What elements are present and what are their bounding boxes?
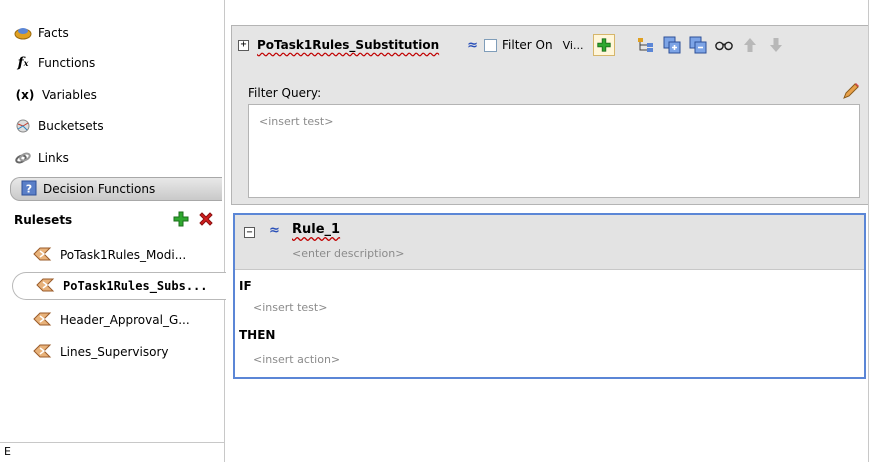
sidebar-item-label: Functions (38, 56, 96, 70)
collapse-rule-button[interactable]: − (244, 227, 255, 238)
ruleset-icon (32, 343, 52, 362)
ruleset-header: + PoTask1Rules_Substitution ≈ Filter On … (238, 31, 862, 59)
edit-pencil-icon[interactable] (842, 82, 860, 103)
ruleset-icon (32, 311, 52, 330)
plus-icon (597, 38, 612, 52)
sidebar-item-bucketsets[interactable]: Bucketsets (14, 113, 104, 139)
sidebar-item-links[interactable]: Links (14, 145, 69, 171)
sidebar-item-label: Bucketsets (38, 119, 104, 133)
sidebar-item-label: Variables (42, 88, 97, 102)
expand-all-icon[interactable] (663, 36, 681, 54)
tree-icon[interactable] (637, 36, 655, 54)
right-border (868, 0, 869, 462)
ruleset-label: Lines_Supervisory (60, 345, 169, 359)
variables-icon: (x) (15, 88, 35, 102)
ruleset-name[interactable]: PoTask1Rules_Substitution (257, 38, 439, 52)
move-down-icon[interactable] (767, 36, 785, 54)
rule-panel: − ≈ Rule_1 <enter description> IF <inser… (233, 213, 866, 379)
ruleset-item[interactable]: PoTask1Rules_Modi... (10, 241, 225, 269)
glasses-icon[interactable] (715, 36, 734, 54)
add-ruleset-icon[interactable] (172, 210, 190, 231)
bucketsets-icon (14, 117, 32, 135)
if-condition-field[interactable]: <insert test> (253, 301, 327, 314)
ruleset-panel: + PoTask1Rules_Substitution ≈ Filter On … (231, 25, 869, 205)
rulesets-title: Rulesets (14, 213, 73, 227)
ruleset-label: PoTask1Rules_Modi... (60, 248, 187, 262)
filter-query-placeholder: <insert test> (259, 115, 334, 128)
sidebar-item-label: Facts (38, 26, 69, 40)
expand-ruleset-button[interactable]: + (238, 39, 249, 51)
filter-query-label: Filter Query: (248, 86, 322, 100)
if-keyword: IF (239, 279, 252, 293)
filter-on-label: Filter On (502, 38, 553, 52)
sidebar: Facts fx Functions (x) Variables Buckets… (0, 0, 226, 462)
ruleset-icon (32, 246, 52, 265)
ruleset-label: PoTask1Rules_Subs... (63, 279, 208, 293)
sidebar-item-label: Links (38, 151, 69, 165)
footer-glyph: E (4, 445, 11, 458)
functions-icon: fx (17, 55, 29, 71)
ruleset-editor: + PoTask1Rules_Substitution ≈ Filter On … (226, 0, 874, 462)
collapse-all-icon[interactable] (689, 36, 707, 54)
sidebar-footer: E (0, 442, 225, 462)
ruleset-item[interactable]: Header_Approval_G... (10, 306, 225, 334)
ruleset-label: Header_Approval_G... (60, 313, 190, 327)
collapse-chevron-icon[interactable]: ≈ (467, 38, 478, 53)
sidebar-item-functions[interactable]: fx Functions (14, 50, 96, 76)
sidebar-item-decision-functions[interactable]: ? Decision Functions (10, 177, 222, 201)
rule-header: − ≈ Rule_1 <enter description> (235, 215, 864, 270)
facts-icon (14, 24, 32, 42)
sidebar-item-facts[interactable]: Facts (14, 20, 69, 46)
ruleset-icon (35, 277, 55, 296)
rule-chevron-icon[interactable]: ≈ (269, 223, 280, 238)
view-label[interactable]: Vi... (563, 39, 584, 52)
sidebar-item-variables[interactable]: (x) Variables (14, 82, 97, 108)
svg-text:?: ? (26, 182, 32, 195)
toolbar (637, 36, 785, 54)
filter-on-checkbox[interactable] (484, 38, 498, 52)
move-up-icon[interactable] (741, 36, 759, 54)
add-rule-button[interactable] (593, 34, 616, 56)
decision-functions-icon: ? (21, 180, 37, 199)
ruleset-item-selected[interactable]: PoTask1Rules_Subs... (12, 272, 226, 300)
rule-name[interactable]: Rule_1 (292, 222, 340, 237)
delete-ruleset-icon[interactable] (198, 211, 214, 230)
links-icon (14, 149, 32, 167)
rule-description-field[interactable]: <enter description> (292, 247, 404, 260)
ruleset-item[interactable]: Lines_Supervisory (10, 338, 225, 366)
then-keyword: THEN (239, 328, 276, 342)
sidebar-item-label: Decision Functions (43, 182, 156, 196)
then-action-field[interactable]: <insert action> (253, 353, 340, 366)
rulesets-header: Rulesets (14, 209, 214, 231)
filter-query-input[interactable]: <insert test> (248, 104, 860, 198)
